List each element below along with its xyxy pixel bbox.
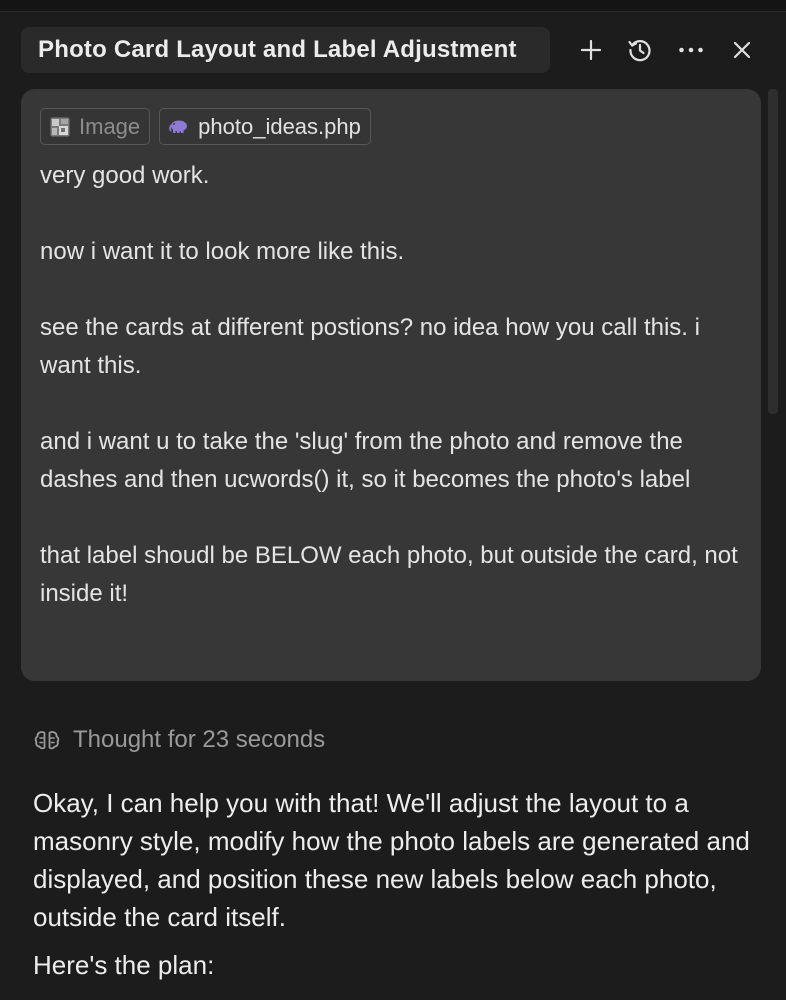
history-button[interactable] bbox=[622, 34, 658, 66]
file-attachment-chip[interactable]: photo_ideas.php bbox=[159, 108, 371, 145]
chat-header: Photo Card Layout and Label Adjustment bbox=[0, 12, 786, 90]
php-elephant-icon bbox=[168, 116, 190, 138]
message-paragraph: now i want it to look more like this. bbox=[40, 238, 405, 265]
response-paragraph: Okay, I can help you with that! We'll ad… bbox=[33, 788, 750, 932]
message-paragraph: see the cards at different postions? no … bbox=[40, 314, 700, 379]
attachment-list: Image photo_ideas.php bbox=[40, 108, 371, 145]
response-paragraph: Here's the plan: bbox=[33, 950, 215, 980]
new-chat-button[interactable] bbox=[573, 34, 609, 66]
image-icon bbox=[49, 116, 71, 138]
message-paragraph: that label shoudl be BELOW each photo, b… bbox=[40, 542, 738, 607]
conversation-title[interactable]: Photo Card Layout and Label Adjustment bbox=[21, 27, 550, 73]
brain-icon bbox=[34, 731, 60, 750]
assistant-response: Okay, I can help you with that! We'll ad… bbox=[33, 784, 753, 994]
image-attachment-label: Image bbox=[79, 113, 141, 139]
thought-toggle[interactable]: Thought for 23 seconds bbox=[33, 722, 325, 758]
message-paragraph: and i want u to take the 'slug' from the… bbox=[40, 428, 691, 493]
thought-label: Thought for 23 seconds bbox=[73, 726, 326, 753]
window-top-edge bbox=[0, 0, 786, 12]
history-icon bbox=[628, 40, 651, 62]
close-button[interactable] bbox=[724, 34, 760, 66]
close-icon bbox=[733, 41, 751, 59]
image-attachment-chip[interactable]: Image bbox=[40, 108, 151, 145]
user-message-text: very good work. now i want it to look mo… bbox=[40, 157, 740, 651]
user-message-card[interactable]: Image photo_ideas.php very good work. no… bbox=[21, 89, 761, 681]
scrollbar-thumb[interactable] bbox=[768, 89, 778, 414]
ellipsis-icon bbox=[679, 47, 703, 53]
message-paragraph: very good work. bbox=[40, 162, 210, 189]
file-attachment-label: photo_ideas.php bbox=[198, 113, 361, 139]
more-button[interactable] bbox=[673, 34, 709, 66]
plus-icon bbox=[580, 39, 602, 61]
